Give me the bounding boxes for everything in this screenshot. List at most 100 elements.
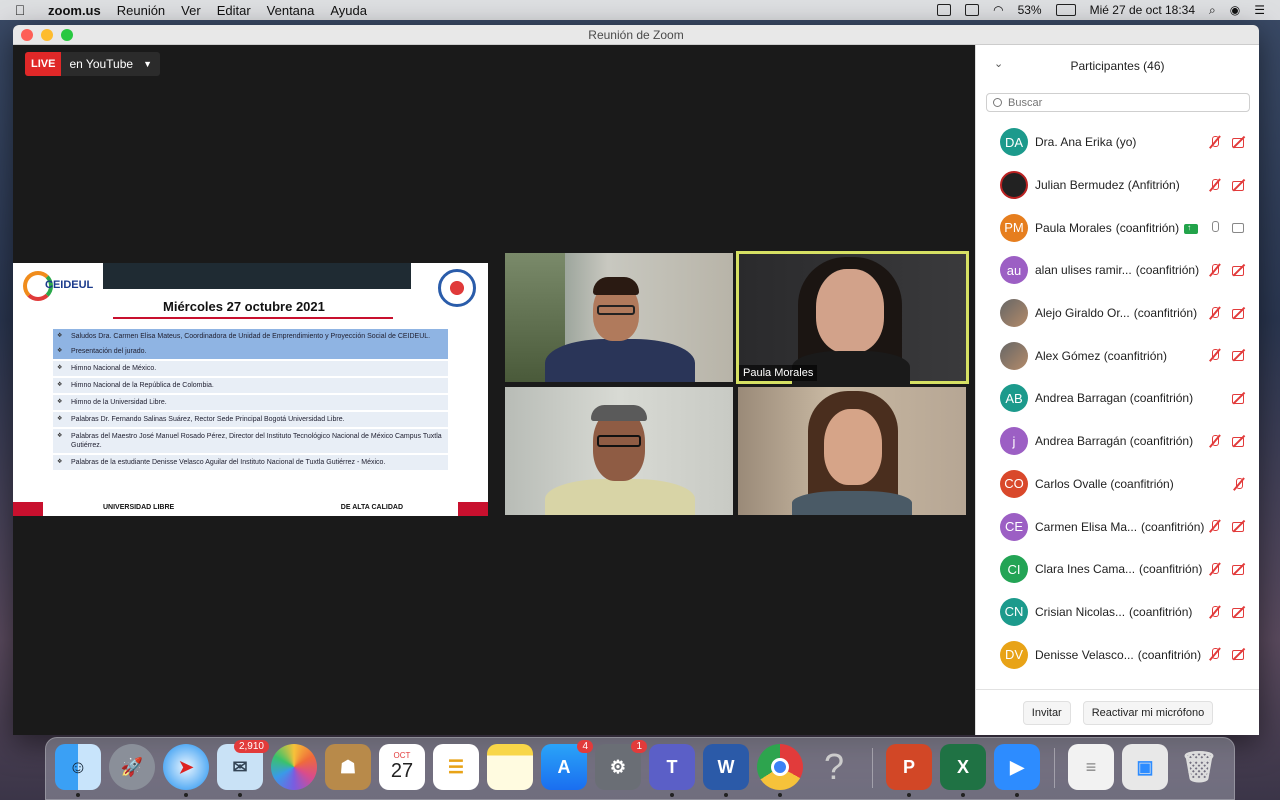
menu-ventana[interactable]: Ventana [259,3,323,18]
close-window-button[interactable] [21,28,33,41]
live-destination: en YouTube [69,57,134,71]
zoom-icon[interactable]: ▶ [994,744,1040,797]
safari-icon[interactable]: ➤ [163,744,209,797]
camera-off-icon[interactable] [1232,306,1246,320]
unknown-app-icon[interactable]: ? [811,744,857,790]
microphone-muted-icon[interactable] [1232,477,1246,491]
microphone-icon[interactable] [1208,220,1222,234]
video-tile-participant[interactable] [738,387,966,515]
camera-off-icon[interactable] [1232,135,1246,149]
fullscreen-window-button[interactable] [61,28,73,41]
agenda-list: Saludos Dra. Carmen Elisa Mateus, Coordi… [53,329,448,472]
participant-name: alan ulises ramir... [1035,263,1132,278]
participant-row[interactable]: AB Andrea Barragan (coanfitrión) [976,377,1259,420]
menu-editar[interactable]: Editar [209,3,259,18]
camera-off-icon[interactable] [1232,605,1246,619]
camera-off-icon[interactable] [1232,647,1246,661]
reminders-icon[interactable]: ☰ [433,744,479,790]
microphone-muted-icon[interactable] [1208,178,1222,192]
launchpad-icon[interactable]: 🚀 [109,744,155,790]
battery-icon[interactable] [1055,4,1076,16]
participant-row[interactable]: CN Crisian Nicolas... (coanfitrión) [976,591,1259,634]
zoom-window-thumbnail-icon[interactable]: ▣ [1122,744,1168,790]
camera-off-icon[interactable] [1232,178,1246,192]
video-tile-active-speaker[interactable]: Paula Morales [736,251,969,384]
menu-app-name[interactable]: zoom.us [40,3,109,18]
minimize-window-button[interactable] [41,28,53,41]
wifi-icon[interactable]: ◠ [986,3,1010,17]
video-tile-participant[interactable] [505,253,733,382]
video-tile-participant[interactable] [505,387,733,515]
microphone-muted-icon[interactable] [1208,306,1222,320]
participant-row[interactable]: au alan ulises ramir... (coanfitrión) [976,249,1259,292]
dock-separator [1054,748,1055,788]
microphone-muted-icon[interactable] [1208,263,1222,277]
mail-icon[interactable]: ✉ 2,910 [217,740,269,797]
participant-row[interactable]: Alejo Giraldo Or... (coanfitrión) [976,292,1259,335]
microphone-muted-icon[interactable] [1208,605,1222,619]
spotlight-search-icon[interactable]: ⌕ [1202,3,1223,18]
live-streaming-button[interactable]: LIVE en YouTube ▼ [25,52,160,76]
participant-row[interactable]: DA Dra. Ana Erika (yo) [976,121,1259,164]
participant-body [545,339,695,382]
airplay-icon[interactable] [965,4,980,16]
powerpoint-icon[interactable]: P [886,744,932,797]
camera-off-icon[interactable] [1232,263,1246,277]
notes-icon[interactable] [487,744,533,790]
notification-center-icon[interactable]: ☰ [1247,3,1272,17]
finder-icon[interactable]: ☺ [55,744,101,797]
zoom-tray-icon[interactable] [937,4,952,16]
menu-ayuda[interactable]: Ayuda [322,3,375,18]
photos-icon[interactable] [271,744,317,790]
apple-menu-icon[interactable]:  [0,2,40,18]
teams-icon[interactable]: T [649,744,695,797]
participant-name: Carmen Elisa Ma... [1035,519,1138,534]
camera-off-icon[interactable] [1232,519,1246,533]
participant-avatar: CE [1000,512,1028,541]
unmute-me-button[interactable]: Reactivar mi micrófono [1082,700,1214,725]
agenda-item: Palabras del Maestro José Manuel Rosado … [53,429,448,453]
system-preferences-icon[interactable]: ⚙ 1 [595,740,647,790]
microphone-muted-icon[interactable] [1208,519,1222,533]
microphone-muted-icon[interactable] [1208,562,1222,576]
menu-ver[interactable]: Ver [173,3,209,18]
camera-off-icon[interactable] [1232,348,1246,362]
camera-off-icon[interactable] [1232,391,1246,405]
app-store-icon[interactable]: A4 [541,740,593,790]
menu-reunion[interactable]: Reunión [109,3,173,18]
participant-row[interactable]: Julian Bermudez (Anfitrión) [976,164,1259,207]
participant-search[interactable] [986,93,1250,112]
participant-row[interactable]: CI Clara Ines Cama... (coanfitrión) [976,548,1259,591]
microphone-muted-icon[interactable] [1208,434,1222,448]
document-stack-icon[interactable]: ≡ [1068,744,1114,790]
participant-row[interactable]: j Andrea Barragán (coanfitrión) [976,420,1259,463]
participant-row[interactable]: CO Carlos Ovalle (coanfitrión) [976,463,1259,506]
microphone-muted-icon[interactable] [1208,348,1222,362]
participant-row[interactable]: CE Carmen Elisa Ma... (coanfitrión) [976,505,1259,548]
microphone-muted-icon[interactable] [1208,135,1222,149]
window-titlebar[interactable]: Reunión de Zoom [13,25,1259,45]
participant-row[interactable]: PM Paula Morales (coanfitrión) [976,206,1259,249]
agenda-item: Himno Nacional de México. [53,361,448,376]
participant-row[interactable]: DV Denisse Velasco... (coanfitrión) [976,633,1259,676]
participant-name: Denisse Velasco... [1035,647,1134,662]
participant-search-input[interactable] [1008,96,1208,109]
camera-off-icon[interactable] [1232,562,1246,576]
battery-percent[interactable]: 53% [1011,3,1049,17]
participant-glasses [597,435,641,447]
siri-icon[interactable]: ◉ [1223,3,1247,17]
microphone-muted-icon[interactable] [1208,647,1222,661]
participant-row[interactable]: Alex Gómez (coanfitrión) [976,334,1259,377]
camera-icon[interactable] [1232,220,1246,234]
excel-icon[interactable]: X [940,744,986,797]
chrome-icon[interactable] [757,744,803,797]
invite-button[interactable]: Invitar [1022,700,1071,725]
clock[interactable]: Mié 27 de oct 18:34 [1083,3,1202,17]
camera-off-icon[interactable] [1232,434,1246,448]
trash-icon[interactable]: 🗑 [1176,744,1222,790]
alta-calidad-logo: DE ALTA CALIDAD [340,504,403,511]
word-icon[interactable]: W [703,744,749,797]
contacts-icon[interactable]: ☗ [325,744,371,790]
participant-name: Paula Morales [1035,220,1112,235]
calendar-icon[interactable]: OCT 27 [379,744,425,790]
